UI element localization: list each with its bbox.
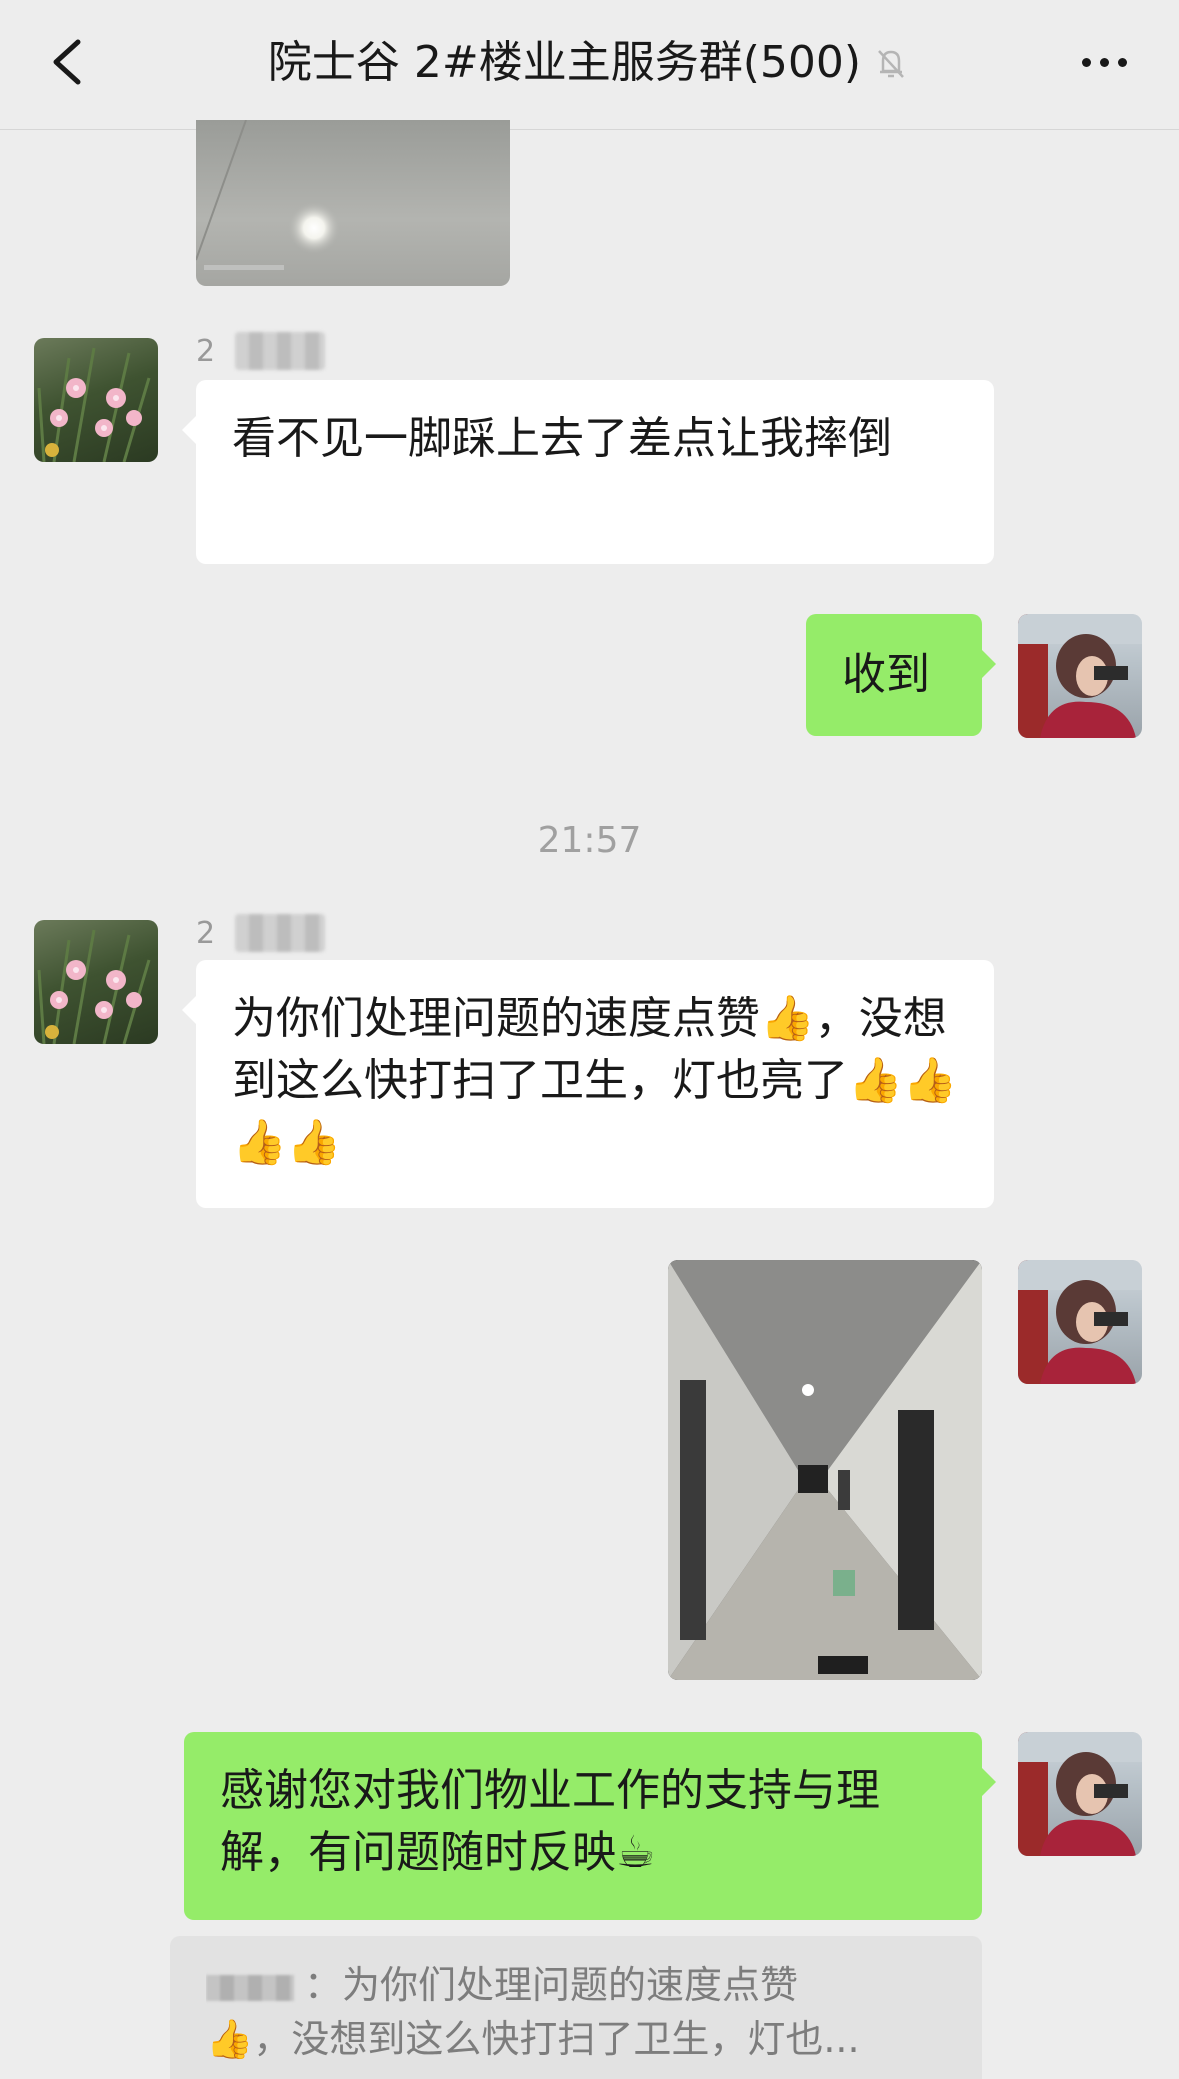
- blurred-name: [235, 914, 326, 952]
- avatar-self[interactable]: [1018, 1260, 1142, 1384]
- sender-initial: 2: [196, 915, 216, 951]
- quoted-message[interactable]: ：为你们处理问题的速度点赞 👍，没想到这么快打扫了卫生，灯也...: [170, 1936, 982, 2079]
- message-bubble-received[interactable]: 为你们处理问题的速度点赞👍，没想到这么快打扫了卫生，灯也亮了👍👍👍👍: [182, 960, 994, 1208]
- chevron-left-icon: [53, 39, 81, 85]
- message-bubble-sent[interactable]: 收到: [806, 614, 996, 736]
- chat-header: 院士谷 2#楼业主服务群(500): [0, 0, 1179, 130]
- sent-image-hallway[interactable]: [668, 1260, 982, 1680]
- person-avatar-image: [1018, 1260, 1142, 1384]
- sender-name: 2: [196, 326, 326, 376]
- hallway-photo: [668, 1260, 982, 1680]
- group-name: 院士谷 2#楼业主服务群(500): [267, 37, 862, 88]
- message-bubble-received[interactable]: 看不见一脚踩上去了差点让我摔倒: [182, 380, 994, 564]
- avatar-self[interactable]: [1018, 614, 1142, 738]
- quote-text-1: 为你们处理问题的速度点赞: [342, 1963, 799, 2007]
- sender-name: 2: [196, 908, 326, 958]
- avatar-self[interactable]: [1018, 1732, 1142, 1856]
- quote-separator: ：: [304, 1963, 343, 2007]
- quote-line-1: ：为你们处理问题的速度点赞: [206, 1958, 946, 2012]
- quote-line-2: 👍，没想到这么快打扫了卫生，灯也...: [206, 2017, 860, 2061]
- received-image-ceiling[interactable]: [196, 120, 510, 286]
- timestamp: 21:57: [537, 820, 642, 861]
- blurred-name: [235, 332, 326, 370]
- message-text: 感谢您对我们物业工作的支持与理解，有问题随时反映☕: [220, 1765, 880, 1878]
- message-bubble-sent[interactable]: 感谢您对我们物业工作的支持与理解，有问题随时反映☕: [184, 1732, 996, 1920]
- sender-initial: 2: [196, 333, 216, 369]
- more-dot: [1099, 57, 1109, 67]
- more-dot: [1117, 57, 1127, 67]
- message-text: 收到: [842, 649, 930, 700]
- avatar-other[interactable]: [34, 338, 158, 462]
- message-text: 为你们处理问题的速度点赞👍，没想到这么快打扫了卫生，灯也亮了👍👍👍👍: [232, 993, 958, 1168]
- person-avatar-image: [1018, 1732, 1142, 1856]
- flower-avatar-image: [37, 347, 151, 462]
- more-dots-icon: [1081, 57, 1091, 67]
- ceiling-photo: [196, 120, 340, 270]
- flower-avatar-image: [37, 929, 151, 1044]
- person-avatar-image: [1018, 614, 1142, 738]
- more-button[interactable]: [1069, 30, 1139, 94]
- bell-off-icon: [878, 50, 904, 78]
- avatar-other[interactable]: [34, 920, 158, 1044]
- back-button[interactable]: [40, 30, 100, 94]
- message-text: 看不见一脚踩上去了差点让我摔倒: [232, 413, 892, 464]
- blurred-name: [206, 1974, 294, 2001]
- chat-title: 院士谷 2#楼业主服务群(500): [150, 28, 1029, 98]
